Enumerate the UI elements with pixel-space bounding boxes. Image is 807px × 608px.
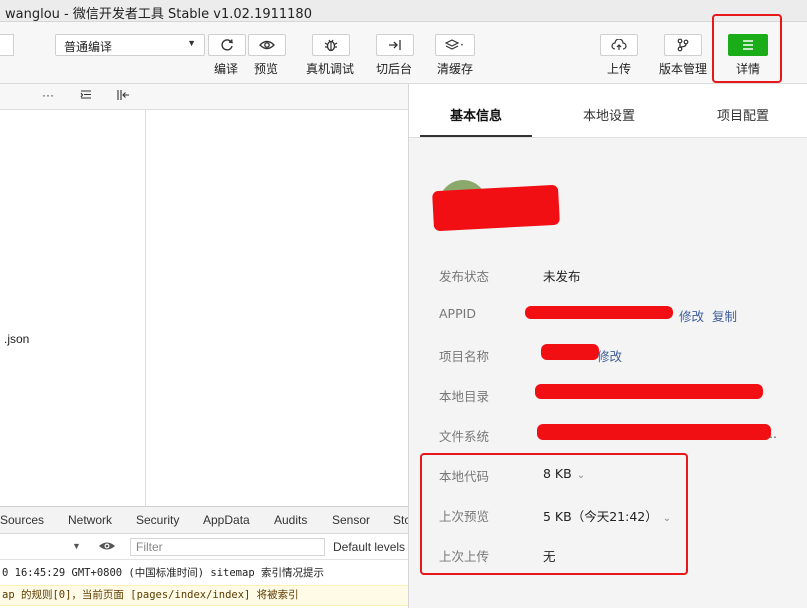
compile-label: 编译 [214, 62, 239, 76]
chevron-down-icon: ▼ [187, 38, 196, 48]
simulator-panel: ··· .json [0, 84, 146, 506]
editor-header [146, 84, 408, 110]
tab-network[interactable]: Network [68, 513, 112, 527]
tab-project-config[interactable]: 项目配置 [717, 105, 769, 124]
toolbar: 普通编译 ▼ 编译 预览 真机调试 切后台 清缓存 上传 版本管理 详情 [0, 22, 807, 84]
appid-modify-link[interactable]: 修改 [679, 309, 704, 324]
compile-mode-select[interactable]: 普通编译 ▼ [55, 34, 205, 56]
file-tree-item-json[interactable]: .json [4, 332, 29, 346]
tab-sensor[interactable]: Sensor [332, 513, 370, 527]
tab-sources[interactable]: Sources [0, 513, 44, 527]
branch-icon [677, 38, 689, 52]
eye-icon [259, 40, 275, 50]
background-button[interactable] [376, 34, 414, 56]
cloud-upload-icon [611, 39, 627, 50]
compile-mode-value: 普通编译 [64, 40, 113, 54]
redaction-mark [537, 424, 771, 440]
console-log-line: 0 16:45:29 GMT+0800 (中国标准时间) sitemap 索引情… [2, 567, 324, 579]
version-mgmt-button[interactable] [664, 34, 702, 56]
window-title: wanglou - 微信开发者工具 Stable v1.02.1911180 [5, 7, 312, 22]
tab-audits[interactable]: Audits [274, 513, 307, 527]
upload-label: 上传 [607, 62, 632, 76]
console-warning-line: ap 的规则[0]，当前页面 [pages/index/index] 将被索引 [0, 585, 408, 606]
upload-button[interactable] [600, 34, 638, 56]
editor-panel [146, 84, 408, 506]
console-filter-input[interactable] [130, 538, 325, 556]
appid-copy-link[interactable]: 复制 [712, 309, 737, 324]
highlight-details-box [712, 14, 782, 83]
appid-label: APPID [439, 306, 476, 321]
preview-label: 预览 [254, 62, 279, 76]
tab-basic-info[interactable]: 基本信息 [450, 105, 502, 124]
title-bar: wanglou - 微信开发者工具 Stable v1.02.1911180 [0, 0, 807, 22]
details-tabs: 基本信息 本地设置 项目配置 [409, 84, 807, 138]
clear-cache-label: 清缓存 [437, 62, 474, 76]
layers-icon [445, 39, 463, 50]
highlight-code-stats-box [420, 453, 688, 575]
refresh-icon [221, 39, 233, 51]
version-mgmt-label: 版本管理 [659, 62, 708, 76]
console-filter-row: ▼ Default levels [0, 534, 408, 560]
tab-security[interactable]: Security [136, 513, 179, 527]
switch-background-icon [389, 40, 401, 50]
active-tab-indicator [420, 135, 532, 137]
context-dropdown-icon[interactable]: ▼ [72, 541, 81, 551]
background-label: 切后台 [376, 62, 413, 76]
devtools-panel: Sources Network Security AppData Audits … [0, 506, 411, 608]
remote-debug-label: 真机调试 [306, 62, 355, 76]
redaction-mark [535, 384, 763, 399]
tab-appdata[interactable]: AppData [203, 513, 250, 527]
appid-actions: 修改 复制 [679, 306, 737, 325]
toolbar-left-stub[interactable] [0, 34, 14, 56]
filesystem-label: 文件系统 [439, 429, 490, 444]
project-name-label: 项目名称 [439, 349, 490, 364]
publish-status-value: 未发布 [543, 269, 581, 284]
log-levels-select[interactable]: Default levels [333, 540, 405, 554]
redaction-mark [432, 184, 560, 232]
sort-icon[interactable] [80, 89, 92, 103]
redaction-mark [541, 344, 599, 360]
devtools-tabs: Sources Network Security AppData Audits … [0, 507, 411, 534]
bug-icon [324, 39, 338, 52]
collapse-icon[interactable] [116, 89, 130, 104]
local-dir-label: 本地目录 [439, 389, 490, 404]
eye-icon[interactable] [98, 540, 116, 555]
filesystem-ellipsis: .. [769, 426, 777, 441]
compile-button[interactable] [208, 34, 246, 56]
remote-debug-button[interactable] [312, 34, 350, 56]
clear-cache-button[interactable] [435, 34, 475, 56]
preview-button[interactable] [248, 34, 286, 56]
more-icon[interactable]: ··· [42, 88, 54, 102]
file-tree-header: ··· [0, 84, 146, 110]
project-name-modify-link[interactable]: 修改 [597, 346, 622, 365]
publish-status-label: 发布状态 [439, 269, 490, 284]
redaction-mark [525, 306, 673, 319]
filter-field[interactable] [131, 539, 324, 555]
tab-local-settings[interactable]: 本地设置 [583, 105, 635, 124]
